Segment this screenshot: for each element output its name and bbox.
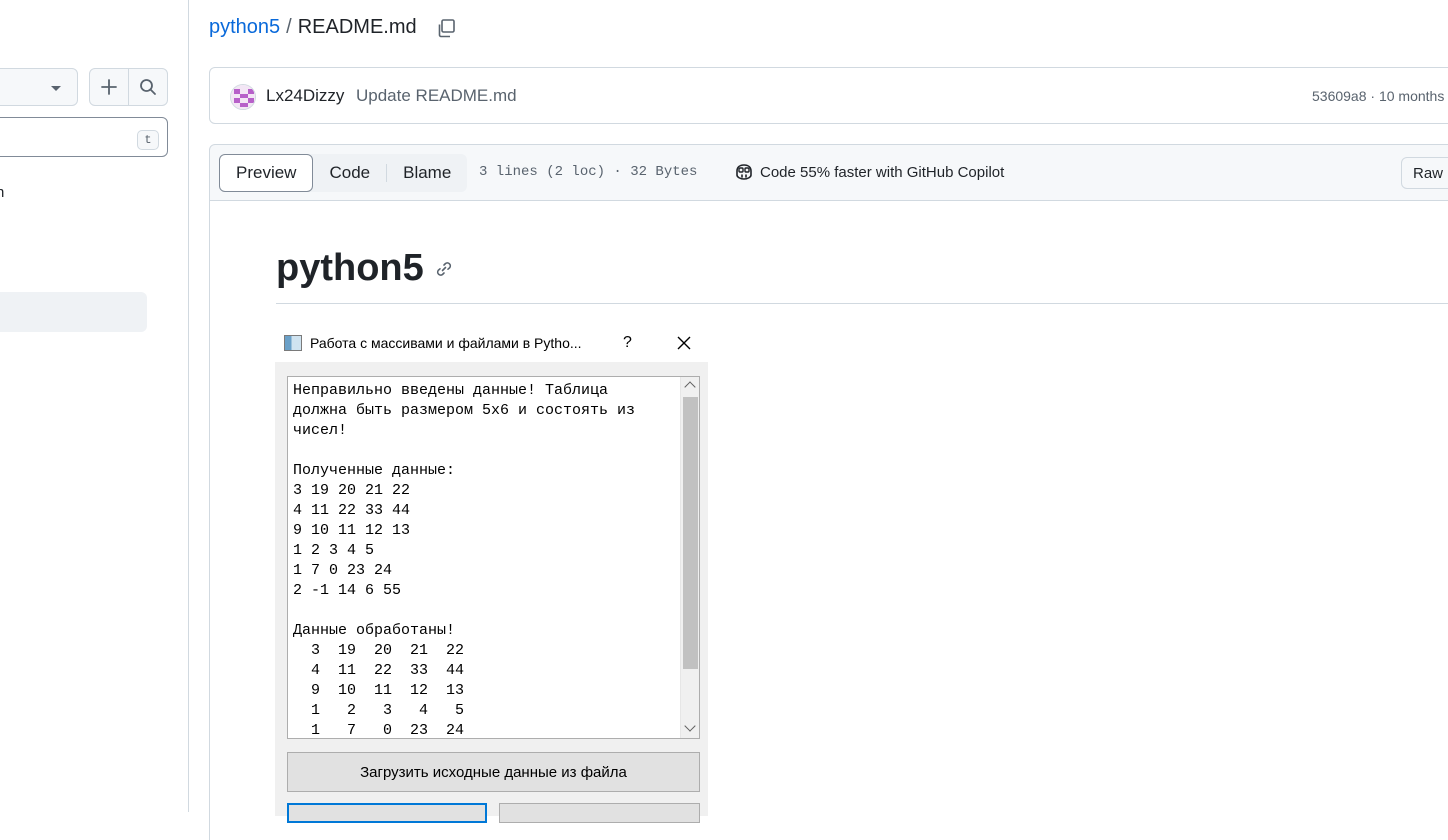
heading-divider [276, 303, 1448, 304]
copy-icon [438, 18, 455, 37]
copilot-icon [736, 164, 752, 180]
app-button-right [499, 803, 700, 823]
file-tree-sidebar: t n [0, 0, 189, 812]
chevron-down-icon [51, 86, 61, 91]
readme-heading-text: python5 [276, 247, 424, 289]
sidebar-actions [89, 68, 168, 106]
load-data-button: Загрузить исходные данные из файла [287, 752, 700, 792]
raw-button[interactable]: Raw [1401, 157, 1448, 189]
add-file-button[interactable] [90, 69, 128, 105]
sidebar-item-partial[interactable]: n [0, 184, 4, 201]
commit-message-link[interactable]: Update README.md [356, 86, 517, 106]
plus-icon [101, 79, 117, 95]
search-files-button[interactable] [128, 69, 167, 105]
copilot-promo-link[interactable]: Code 55% faster with GitHub Copilot [734, 163, 1004, 181]
identicon-avatar-icon [231, 85, 255, 109]
tab-preview[interactable]: Preview [219, 154, 314, 192]
breadcrumb-file-name: README.md [297, 16, 417, 38]
copy-path-button[interactable] [435, 17, 457, 39]
output-scrollbar [680, 377, 699, 738]
latest-commit-bar: Lx24Dizzy Update README.md 53609a8 · 10 … [209, 67, 1448, 124]
help-button: ? [623, 334, 632, 351]
app-button-left [287, 803, 487, 823]
file-size-info: 3 lines (2 loc) · 32 Bytes [479, 164, 698, 180]
search-icon [140, 79, 156, 95]
app-window-title: Работа с массивами и файлами в Pytho... [310, 335, 582, 351]
scroll-thumb [683, 397, 698, 669]
scroll-up-icon [684, 381, 696, 393]
branch-selector[interactable] [0, 68, 78, 106]
view-mode-segmented-control: Preview Code Blame [219, 154, 468, 192]
output-text: Неправильно введены данные! Таблица долж… [293, 382, 636, 739]
tab-code[interactable]: Code [313, 154, 386, 192]
tab-blame[interactable]: Blame [387, 154, 467, 192]
go-to-file-input[interactable]: t [0, 117, 168, 157]
commit-hash-and-time[interactable]: 53609a8 · 10 months [1312, 88, 1444, 104]
readme-heading: python5 [276, 247, 454, 290]
commit-author-link[interactable]: Lx24Dizzy [266, 86, 344, 106]
app-titlebar: Работа с массивами и файлами в Pytho... … [275, 326, 708, 362]
file-header: Preview Code Blame 3 lines (2 loc) · 32 … [209, 144, 1448, 201]
breadcrumb: python5 / README.md [209, 16, 457, 39]
scroll-down-icon [684, 720, 696, 732]
breadcrumb-separator: / [286, 16, 292, 38]
avatar[interactable] [230, 84, 256, 110]
breadcrumb-repo-link[interactable]: python5 [209, 16, 280, 39]
anchor-link-icon[interactable] [434, 259, 454, 279]
sidebar-item-active[interactable] [0, 292, 147, 332]
keyboard-shortcut-hint: t [137, 130, 159, 150]
app-window-icon [284, 335, 302, 351]
copilot-promo-text: Code 55% faster with GitHub Copilot [760, 163, 1005, 181]
output-text-area: Неправильно введены данные! Таблица долж… [287, 376, 700, 739]
embedded-app-screenshot: Работа с массивами и файлами в Pytho... … [275, 326, 708, 823]
close-icon [677, 336, 691, 350]
